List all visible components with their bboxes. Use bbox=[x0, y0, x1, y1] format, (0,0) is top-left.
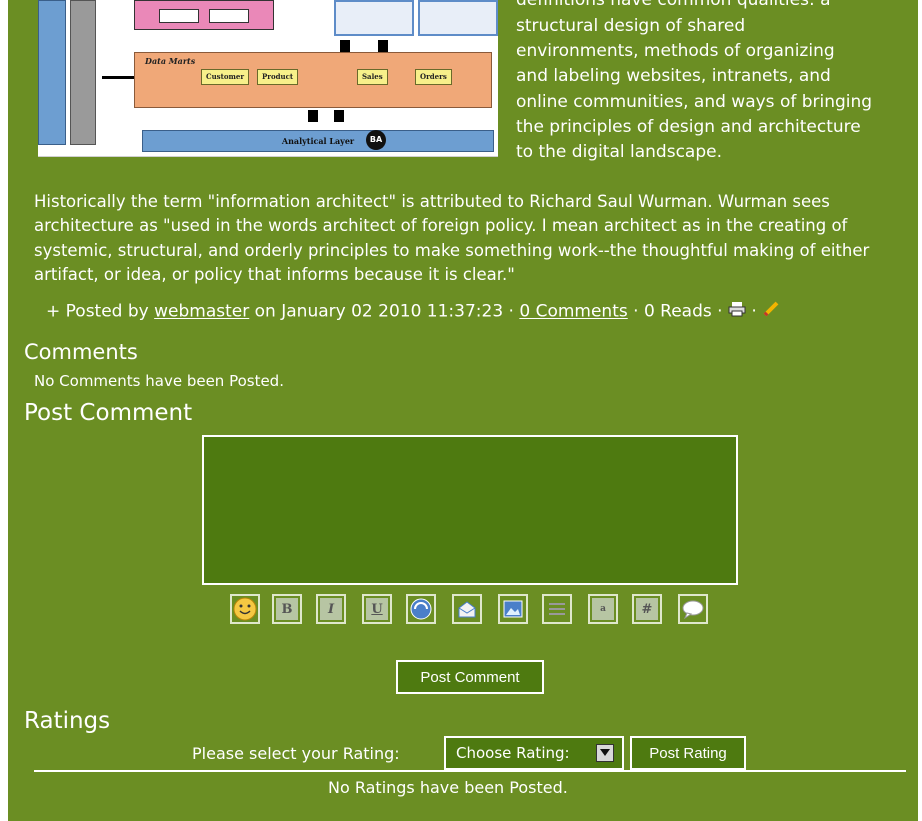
ba-badge: BA bbox=[366, 130, 386, 150]
side-line: online communities, and ways of bringing bbox=[516, 91, 873, 112]
side-text: structural design of shared environments… bbox=[516, 14, 916, 165]
superscript-icon[interactable]: a bbox=[588, 594, 618, 624]
italic-icon[interactable]: I bbox=[316, 594, 346, 624]
no-ratings-text: No Ratings have been Posted. bbox=[328, 778, 568, 797]
chip-customer: Customer bbox=[201, 69, 250, 85]
list-icon[interactable] bbox=[542, 594, 572, 624]
side-line: and labeling websites, intranets, and bbox=[516, 66, 831, 87]
quote-icon[interactable] bbox=[678, 594, 708, 624]
post-comment-button[interactable]: Post Comment bbox=[396, 660, 544, 694]
side-line: the principles of design and architectur… bbox=[516, 116, 861, 137]
link-icon[interactable] bbox=[406, 594, 436, 624]
architecture-diagram-image: Data Marts Customer Product Sales Orders… bbox=[38, 0, 498, 157]
posted-date: on January 02 2010 11:37:23 · bbox=[254, 301, 514, 322]
no-comments-text: No Comments have been Posted. bbox=[34, 372, 284, 390]
image-icon[interactable] bbox=[498, 594, 528, 624]
email-icon[interactable] bbox=[452, 594, 482, 624]
print-icon[interactable] bbox=[728, 301, 746, 322]
post-rating-button[interactable]: Post Rating bbox=[630, 736, 746, 770]
rating-select-value: Choose Rating: bbox=[456, 744, 570, 762]
edit-pencil-icon[interactable] bbox=[762, 300, 780, 323]
comments-heading: Comments bbox=[24, 340, 138, 364]
reads-count: · 0 Reads · bbox=[633, 301, 723, 322]
bold-icon[interactable]: B bbox=[272, 594, 302, 624]
data-marts-label: Data Marts bbox=[145, 56, 196, 66]
analytical-layer-label: Analytical Layer bbox=[142, 130, 494, 152]
side-line: environments, methods of organizing bbox=[516, 41, 835, 62]
hash-icon[interactable]: # bbox=[632, 594, 662, 624]
ratings-heading: Ratings bbox=[24, 708, 111, 734]
divider bbox=[34, 770, 906, 772]
comment-textarea[interactable] bbox=[202, 435, 738, 585]
side-line: structural design of shared bbox=[516, 16, 746, 36]
side-text-clipped: definitions have common qualities: a bbox=[516, 0, 831, 10]
meta-separator: · bbox=[751, 301, 757, 322]
chip-product: Product bbox=[257, 69, 299, 85]
post-meta: + Posted by webmaster on January 02 2010… bbox=[46, 300, 780, 323]
rating-prompt: Please select your Rating: bbox=[192, 744, 400, 763]
side-line: to the digital landscape. bbox=[516, 142, 722, 163]
rating-select[interactable]: Choose Rating: bbox=[444, 736, 624, 770]
underline-icon[interactable]: U bbox=[362, 594, 392, 624]
post-comment-heading: Post Comment bbox=[24, 400, 193, 426]
smiley-icon[interactable] bbox=[230, 594, 260, 624]
chevron-down-icon bbox=[596, 744, 614, 762]
article-paragraph: Historically the term "information archi… bbox=[34, 192, 870, 284]
chip-sales: Sales bbox=[357, 69, 388, 85]
comments-link[interactable]: 0 Comments bbox=[519, 302, 627, 322]
author-link[interactable]: webmaster bbox=[154, 302, 249, 322]
chip-orders: Orders bbox=[415, 69, 452, 85]
posted-by-label: + Posted by bbox=[46, 301, 149, 322]
